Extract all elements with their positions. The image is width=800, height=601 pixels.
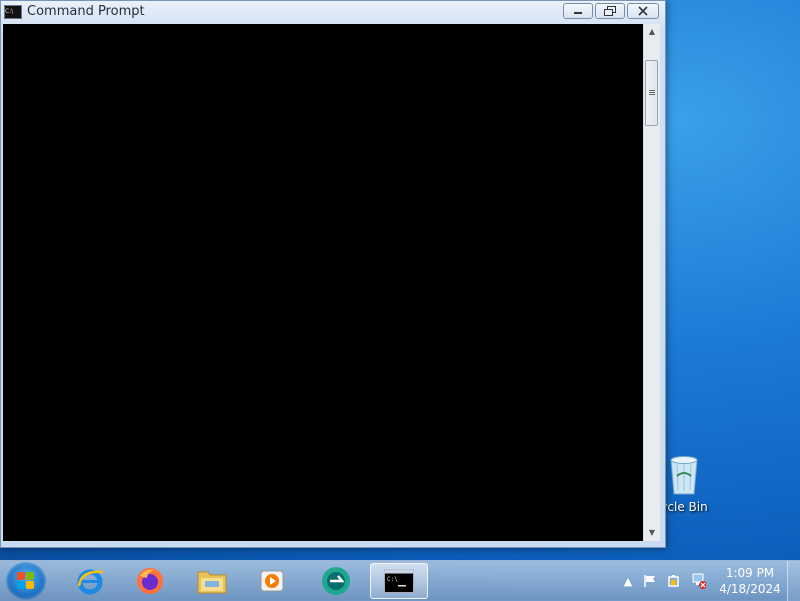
scroll-down-arrow-icon[interactable]: ▼ bbox=[644, 525, 660, 541]
teal-app-icon bbox=[322, 567, 350, 595]
command-prompt-window[interactable]: C:\ Command Prompt ▲ ▼ bbox=[0, 0, 666, 548]
taskbar-app-command-prompt[interactable]: C:\ bbox=[370, 563, 428, 599]
ie-icon bbox=[77, 569, 104, 595]
taskbar-app-internet-explorer[interactable] bbox=[64, 563, 116, 599]
restore-button[interactable] bbox=[595, 3, 625, 19]
firefox-icon bbox=[137, 568, 163, 594]
scroll-thumb[interactable] bbox=[645, 60, 658, 126]
start-button[interactable] bbox=[6, 562, 46, 600]
clock-date: 4/18/2024 bbox=[719, 582, 781, 596]
clock-time: 1:09 PM bbox=[725, 566, 775, 580]
console-output-area[interactable] bbox=[3, 24, 643, 541]
title-bar[interactable]: C:\ Command Prompt bbox=[1, 1, 665, 23]
taskbar-app-media-player[interactable] bbox=[246, 563, 298, 599]
minimize-button[interactable] bbox=[563, 3, 593, 19]
network-icon[interactable] bbox=[690, 573, 706, 589]
desktop-icon-recycle-bin[interactable]: ycle Bin bbox=[660, 452, 708, 514]
close-button[interactable] bbox=[627, 3, 659, 19]
show-desktop-button[interactable] bbox=[787, 561, 800, 601]
show-hidden-icons-icon[interactable]: ▲ bbox=[620, 573, 636, 589]
power-icon[interactable] bbox=[666, 573, 682, 589]
cmd-icon: C:\ bbox=[4, 5, 22, 19]
windows-logo-icon bbox=[17, 572, 35, 590]
vertical-scrollbar[interactable]: ▲ ▼ bbox=[643, 24, 660, 541]
svg-text:C:\: C:\ bbox=[387, 576, 398, 583]
taskbar: C:\ ▲ 1:09 PM 4/18/2024 bbox=[0, 560, 800, 601]
window-title: Command Prompt bbox=[27, 4, 145, 19]
scroll-up-arrow-icon[interactable]: ▲ bbox=[644, 24, 660, 40]
recycle-bin-icon bbox=[667, 452, 701, 496]
system-clock[interactable]: 1:09 PM 4/18/2024 bbox=[712, 565, 788, 597]
minimize-icon bbox=[574, 12, 582, 14]
folder-icon bbox=[197, 571, 227, 594]
media-player-icon bbox=[260, 570, 284, 592]
action-center-flag-icon[interactable] bbox=[642, 573, 658, 589]
restore-icon bbox=[604, 6, 616, 16]
taskbar-app-teal[interactable] bbox=[310, 563, 362, 599]
close-icon bbox=[638, 6, 648, 16]
taskbar-app-file-explorer[interactable] bbox=[186, 563, 238, 599]
desktop-icon-label: ycle Bin bbox=[660, 500, 708, 514]
taskbar-app-firefox[interactable] bbox=[124, 563, 176, 599]
cmd-icon: C:\ bbox=[384, 569, 414, 593]
